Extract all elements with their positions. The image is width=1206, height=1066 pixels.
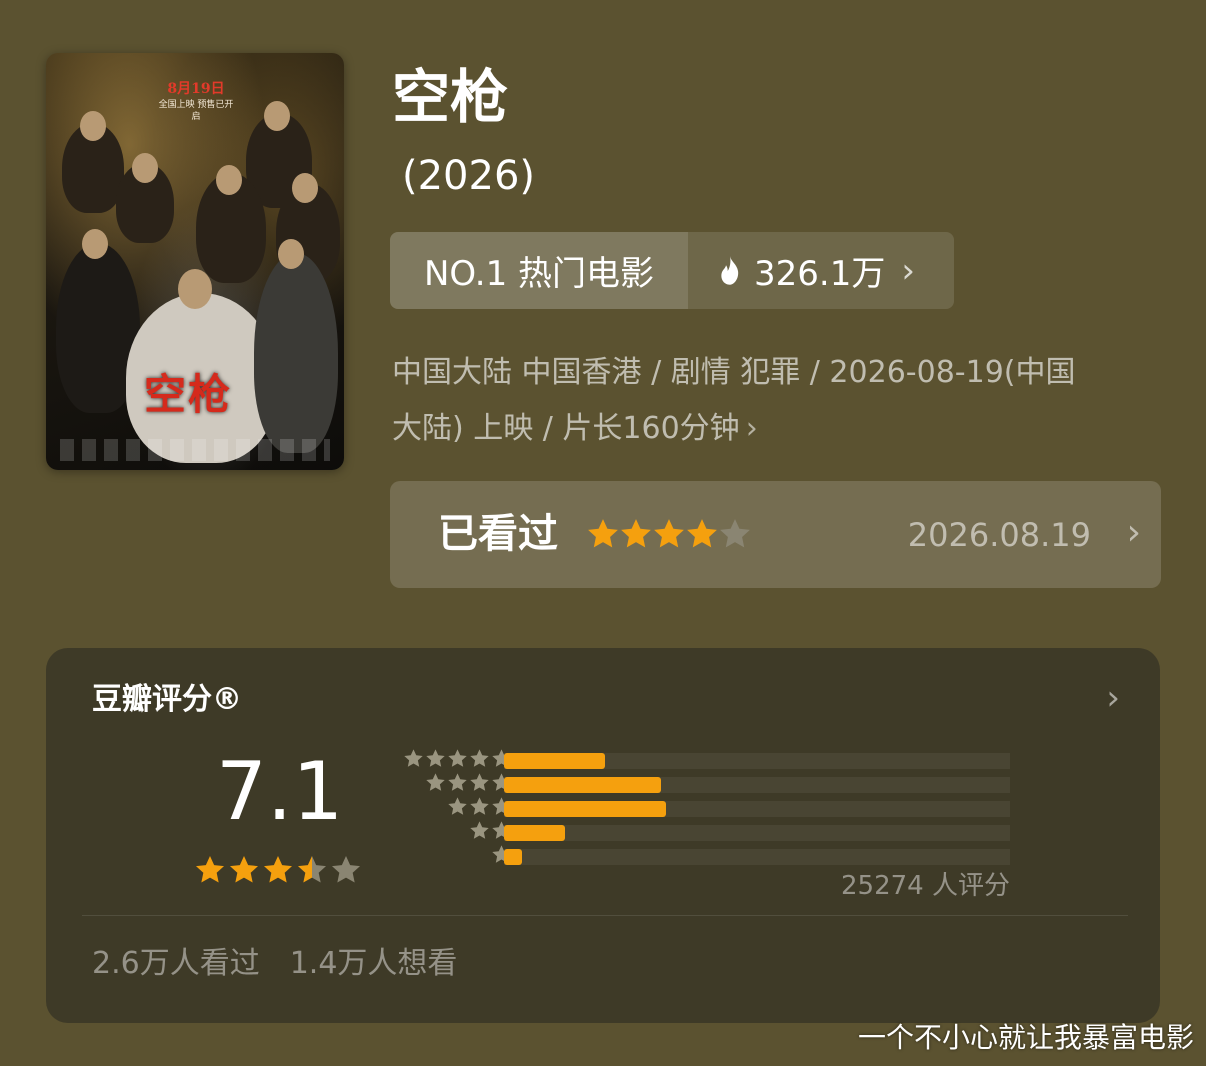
distribution-row: [382, 820, 1022, 844]
rating-footer: 2.6万人看过 1.4万人想看: [92, 944, 457, 984]
rating-count: 25274 人评分: [841, 871, 1010, 901]
distribution-row: [382, 772, 1022, 796]
poster-face: [264, 101, 290, 131]
star-icon: [718, 517, 752, 551]
star-icon: [447, 748, 468, 769]
distribution-track: [504, 825, 1010, 841]
poster-figure: [254, 253, 338, 453]
watched-date: 2026.08.19: [907, 516, 1091, 554]
distribution-bar: [504, 801, 666, 817]
star-icon: [194, 854, 226, 886]
distribution-track: [504, 753, 1010, 769]
distribution-bar: [504, 849, 522, 865]
poster-face: [178, 269, 212, 309]
rating-score: 7.1: [216, 745, 344, 838]
star-icon: [425, 748, 446, 769]
movie-poster[interactable]: 8月19日 全国上映 预售已开启 空枪: [46, 53, 344, 470]
distribution-track: [504, 849, 1010, 865]
distribution-bar: [504, 753, 606, 769]
chevron-right-icon[interactable]: ›: [1106, 678, 1120, 718]
chevron-right-icon: ›: [745, 411, 758, 446]
poster-credits: [60, 439, 330, 461]
meta-line: 中国大陆 中国香港 / 剧情 犯罪 / 2026-08-19(中国: [392, 355, 1076, 390]
distribution-stars: [446, 796, 512, 820]
watched-count[interactable]: 2.6万人看过: [92, 946, 260, 981]
star-icon: [586, 517, 620, 551]
star-icon: [469, 772, 490, 793]
heat-value: 326.1万: [754, 254, 886, 294]
star-icon: [447, 796, 468, 817]
movie-meta[interactable]: 中国大陆 中国香港 / 剧情 犯罪 / 2026-08-19(中国 大陆) 上映…: [392, 345, 1152, 457]
want-count[interactable]: 1.4万人想看: [290, 946, 458, 981]
watched-label: 已看过: [438, 511, 558, 557]
distribution-bar: [504, 777, 661, 793]
star-icon: [330, 854, 362, 886]
star-icon: [403, 748, 424, 769]
poster-face: [292, 173, 318, 203]
poster-title: 空枪: [144, 370, 233, 419]
distribution-track: [504, 801, 1010, 817]
poster-face: [278, 239, 304, 269]
star-icon: [447, 772, 468, 793]
star-icon: [469, 796, 490, 817]
meta-line-2: 大陆) 上映 / 片长160分钟 ›: [392, 401, 1152, 457]
chevron-right-icon: ›: [901, 250, 915, 291]
poster-date-subtitle: 全国上映 预售已开启: [158, 100, 234, 122]
star-icon: [425, 772, 446, 793]
rating-heading: 豆瓣评分®: [92, 682, 242, 717]
star-icon: [685, 517, 719, 551]
flame-icon: [721, 255, 739, 285]
poster-face: [216, 165, 242, 195]
distribution-stars: [402, 748, 512, 772]
star-icon: [469, 748, 490, 769]
watched-status-card[interactable]: 已看过 2026.08.19 ›: [390, 481, 1161, 588]
distribution-row: [382, 796, 1022, 820]
star-icon: [619, 517, 653, 551]
divider: [82, 915, 1128, 916]
distribution-stars: [424, 772, 512, 796]
star-icon: [228, 854, 260, 886]
rating-distribution: [382, 748, 1022, 868]
user-rating-stars[interactable]: [586, 517, 751, 551]
rank-label: NO.1 热门电影: [390, 232, 688, 309]
star-icon: [652, 517, 686, 551]
star-icon: [262, 854, 294, 886]
distribution-row: [382, 844, 1022, 868]
douban-rating-card[interactable]: 豆瓣评分® › 7.1 25274 人评分 2.6万人看过 1.4万人想看: [46, 648, 1160, 1023]
movie-year: (2026): [402, 153, 536, 199]
ranking-badge[interactable]: NO.1 热门电影 326.1万 ›: [390, 232, 954, 309]
distribution-track: [504, 777, 1010, 793]
meta-line: 大陆) 上映 / 片长160分钟: [392, 411, 740, 446]
distribution-bar: [504, 825, 565, 841]
heat-indicator[interactable]: 326.1万 ›: [688, 232, 954, 309]
watermark: 一个不小心就让我暴富电影: [857, 1021, 1194, 1054]
star-icon: [296, 854, 328, 886]
poster-date: 8月19日: [167, 81, 225, 97]
poster-face: [80, 111, 106, 141]
movie-title: 空枪: [392, 63, 509, 131]
rating-score-stars: [194, 854, 364, 886]
distribution-row: [382, 748, 1022, 772]
star-icon: [469, 820, 490, 841]
chevron-right-icon: ›: [1126, 512, 1141, 553]
poster-face: [132, 153, 158, 183]
poster-face: [82, 229, 108, 259]
